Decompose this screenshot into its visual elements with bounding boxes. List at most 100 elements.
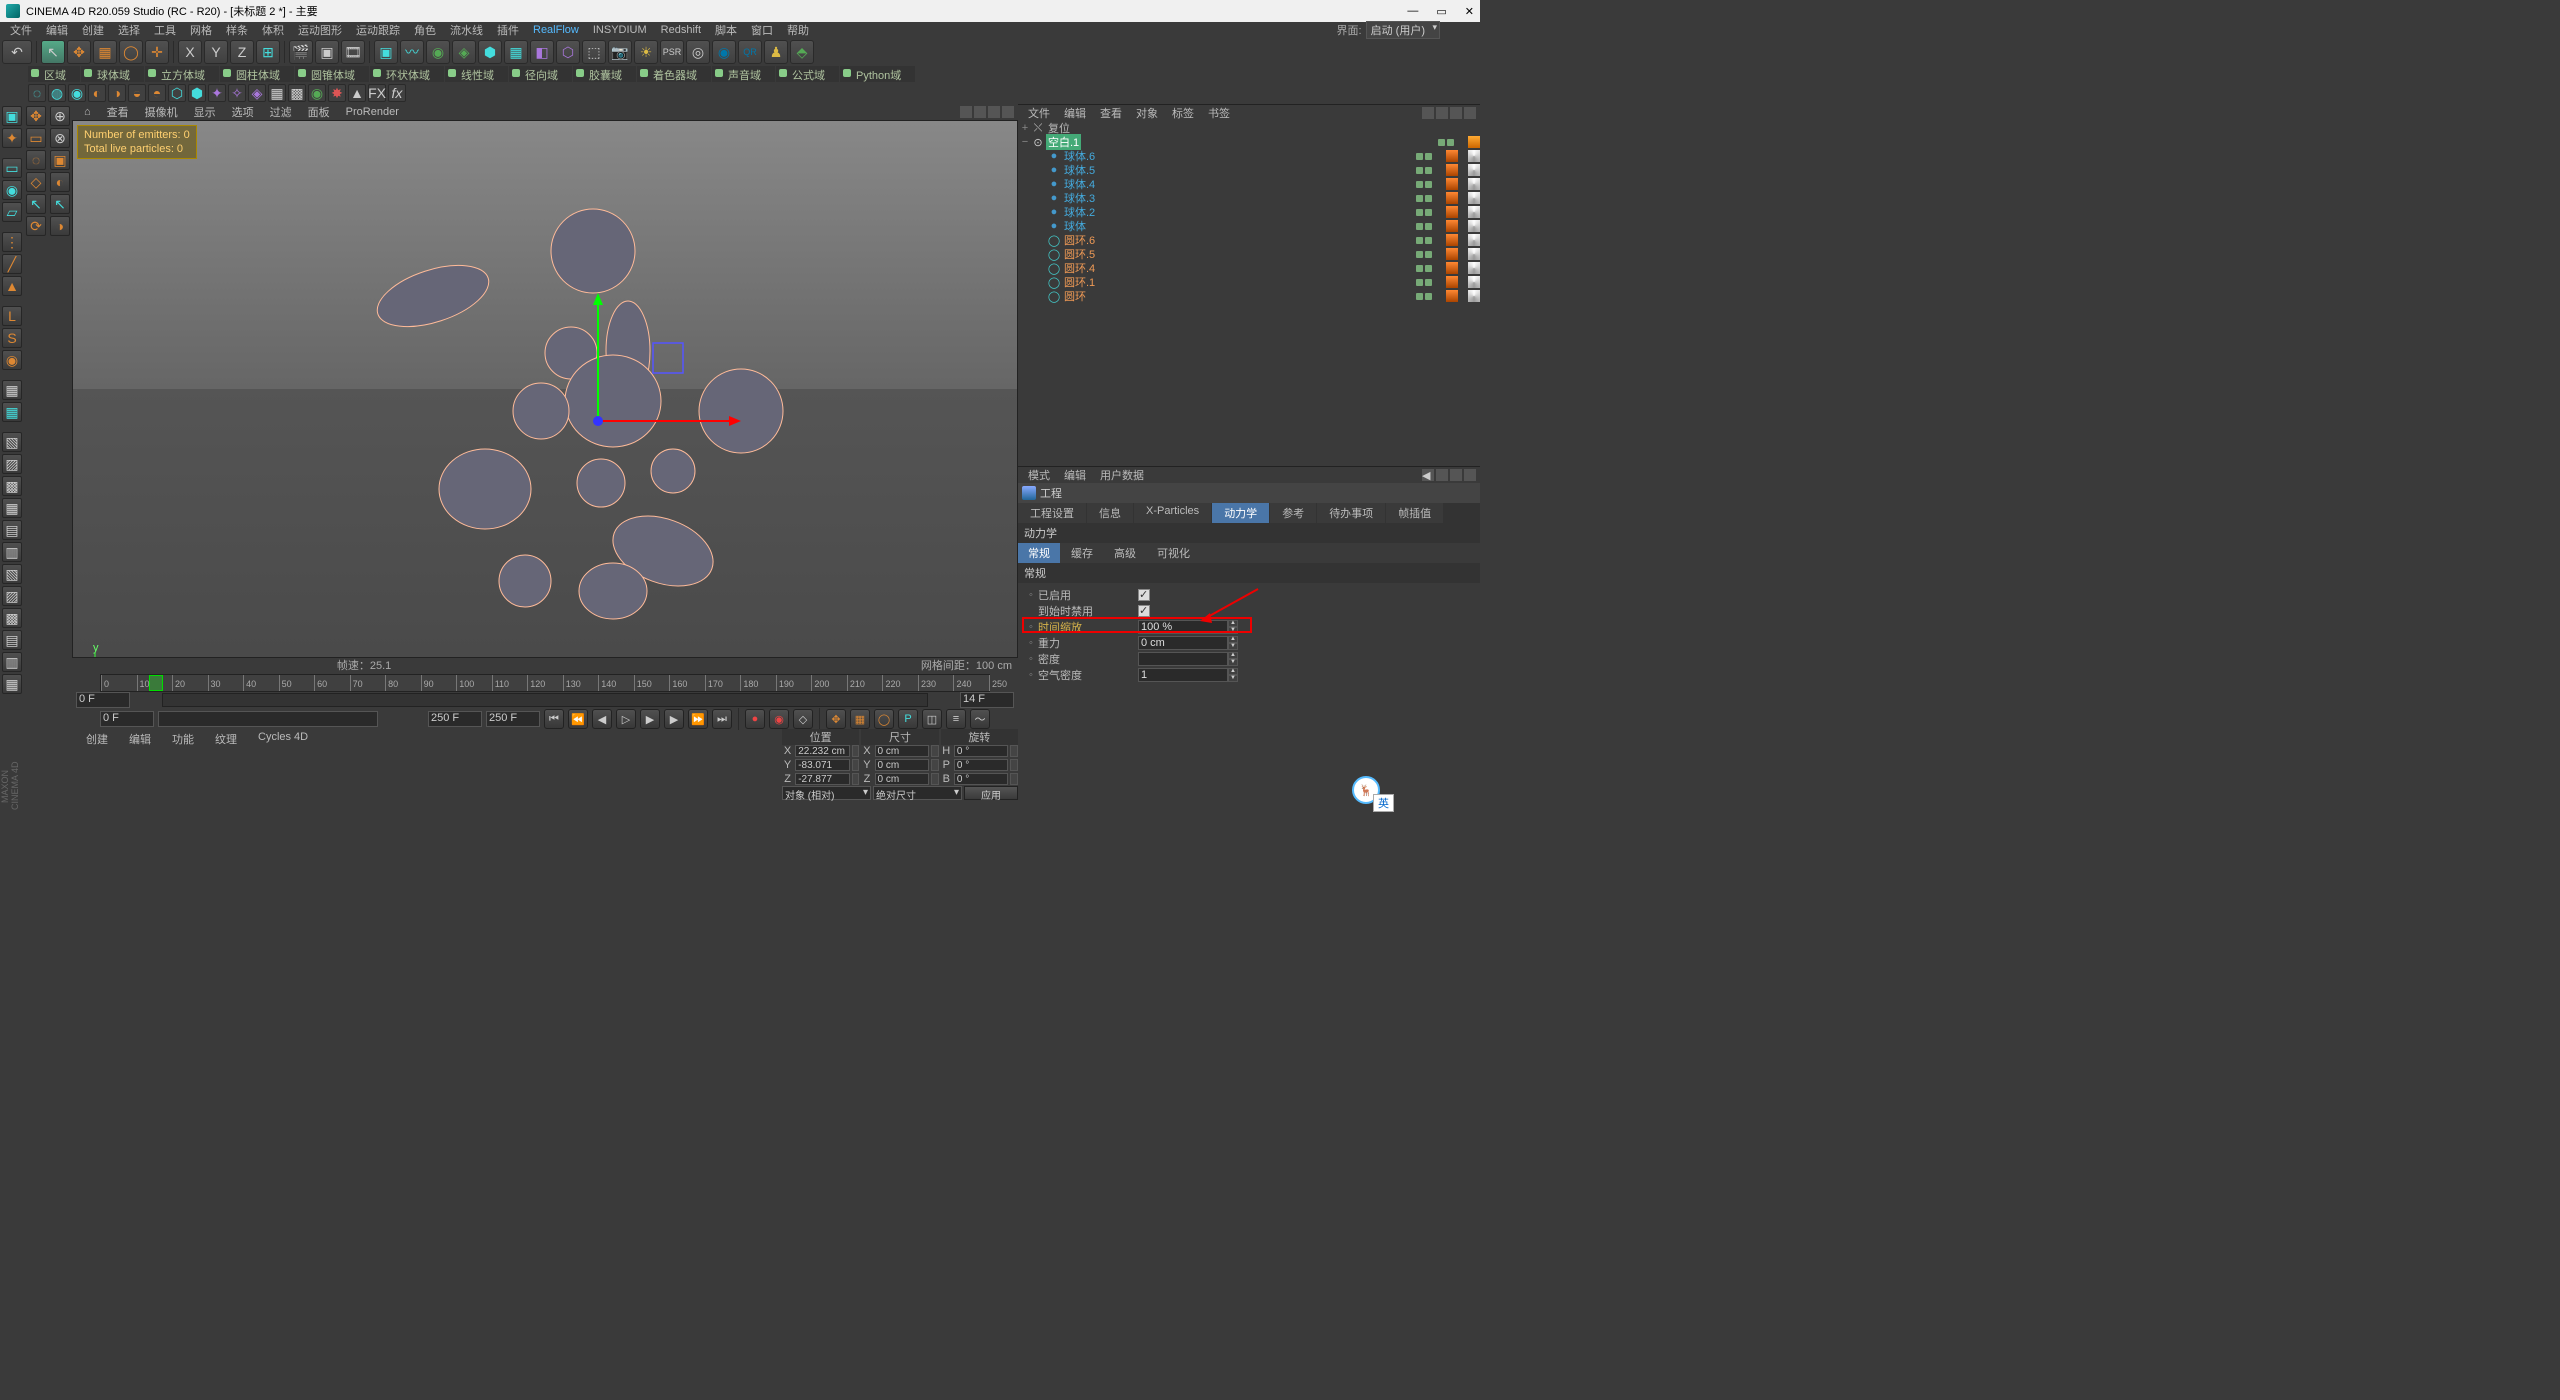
vp-zoom-icon[interactable] (974, 106, 986, 118)
pal-10[interactable]: ▤ (2, 630, 22, 650)
field-sound[interactable]: 声音域 (712, 66, 775, 82)
anim-dot-icon[interactable]: ◦ (1024, 637, 1038, 649)
om-menu-bookmarks[interactable]: 书签 (1202, 105, 1236, 121)
om-flat-icon[interactable] (1464, 107, 1476, 119)
poly-select-button[interactable]: ◇ (26, 172, 46, 192)
render-settings-button[interactable]: 🎞 (341, 40, 365, 64)
attr-tab-interp[interactable]: 帧插值 (1386, 503, 1443, 523)
pal-9[interactable]: ▩ (2, 608, 22, 628)
undo-button[interactable]: ↶ (2, 40, 32, 64)
deformer-9[interactable]: ⬢ (188, 84, 206, 102)
om-menu-edit[interactable]: 编辑 (1058, 105, 1092, 121)
field-formula[interactable]: 公式域 (776, 66, 839, 82)
field-group[interactable]: 区域 (28, 66, 80, 82)
pal-8[interactable]: ▨ (2, 586, 22, 606)
dynamics-tag-icon[interactable] (1468, 248, 1480, 260)
add-deformer-button[interactable]: ◧ (530, 40, 554, 64)
om-search-icon[interactable] (1422, 107, 1434, 119)
menu-mograph[interactable]: 运动图形 (292, 21, 348, 39)
deformer-1[interactable]: ◌ (28, 84, 46, 102)
add-array-button[interactable]: ▦ (504, 40, 528, 64)
hierarchy-tree[interactable]: + ⤬ 复位 − ⊙ 空白.1 ● 球体.6 ● 球体.5 ● 球体.4 (1018, 121, 1480, 466)
spinner[interactable] (931, 759, 939, 771)
menu-plugins[interactable]: 插件 (491, 21, 525, 39)
rot-field[interactable]: 0 ° (954, 745, 1009, 757)
phong-tag-icon[interactable] (1446, 276, 1458, 288)
enabled-checkbox[interactable] (1138, 589, 1150, 601)
record-button[interactable]: ● (745, 709, 765, 729)
add-generator2-button[interactable]: ◈ (452, 40, 476, 64)
last-tool[interactable]: ✛ (145, 40, 169, 64)
rot-field[interactable]: 0 ° (954, 773, 1009, 785)
phong-tag-icon[interactable] (1446, 234, 1458, 246)
attr-subtab-general[interactable]: 常规 (1018, 543, 1060, 563)
attr-tab-xparticles[interactable]: X-Particles (1134, 503, 1211, 523)
layout-combo[interactable]: 启动 (用户) (1366, 21, 1440, 39)
make-editable-button[interactable]: ✦ (2, 128, 22, 148)
tweak-2[interactable]: ⊗ (50, 128, 70, 148)
texture-mode-button[interactable]: ◉ (2, 180, 22, 200)
field-linear[interactable]: 线性域 (445, 66, 508, 82)
pos-field[interactable]: -83.071 cm (795, 759, 850, 771)
timeline-scrollbar[interactable] (162, 693, 928, 707)
vp-menu-options[interactable]: 选项 (224, 104, 262, 120)
spinner[interactable] (852, 773, 860, 785)
pal-4[interactable]: ▦ (2, 498, 22, 518)
tweak-1[interactable]: ⊕ (50, 106, 70, 126)
hier-item[interactable]: ◯ 圆环.6 (1018, 233, 1480, 247)
deformer-8[interactable]: ⬡ (168, 84, 186, 102)
spinner[interactable] (1010, 759, 1018, 771)
hier-item[interactable]: ● 球体.2 (1018, 205, 1480, 219)
gravity-field[interactable]: 0 cm (1138, 636, 1228, 650)
field-radial[interactable]: 径向域 (509, 66, 572, 82)
field-shader[interactable]: 着色器域 (637, 66, 711, 82)
anim-dot-icon[interactable]: ◦ (1024, 669, 1038, 681)
dynamics-tag-icon[interactable] (1468, 276, 1480, 288)
attr-lock-icon[interactable] (1450, 469, 1462, 481)
attr-menu-edit[interactable]: 编辑 (1058, 467, 1092, 483)
play-forward-button[interactable]: ▶ (640, 709, 660, 729)
vp-pan-icon[interactable] (960, 106, 972, 118)
vp-orbit-icon[interactable] (988, 106, 1000, 118)
close-icon[interactable]: ✕ (1465, 5, 1474, 18)
coord-mode1[interactable]: 对象 (相对) (782, 786, 871, 800)
goto-end-button[interactable]: ⏭ (712, 709, 732, 729)
field-cylinder[interactable]: 圆柱体域 (220, 66, 294, 82)
hier-null[interactable]: − ⊙ 空白.1 (1018, 135, 1480, 149)
key-pla-button[interactable]: ◫ (922, 709, 942, 729)
hier-item[interactable]: ● 球体 (1018, 219, 1480, 233)
deformer-5[interactable]: ◑ (108, 84, 126, 102)
c4d-logo-button[interactable]: ◉ (712, 40, 736, 64)
timeline-ruler[interactable]: 0102030405060708090100110120130140150160… (100, 674, 990, 692)
spinner[interactable] (1010, 745, 1018, 757)
disable-on-start-checkbox[interactable] (1138, 605, 1150, 617)
minimize-icon[interactable]: — (1407, 5, 1418, 18)
phong-tag-icon[interactable] (1446, 150, 1458, 162)
field-capsule[interactable]: 胶囊域 (573, 66, 636, 82)
timeline-end-field[interactable]: 250 F (428, 711, 482, 727)
timeline-start-field[interactable]: 0 F (76, 692, 130, 708)
menu-character[interactable]: 角色 (408, 21, 442, 39)
timescale-field[interactable]: 100 % (1138, 620, 1228, 634)
step-back-button[interactable]: ⏪ (568, 709, 588, 729)
expand-icon[interactable]: + (1020, 122, 1030, 134)
add-subdiv-button[interactable]: ⬢ (478, 40, 502, 64)
om-filter-icon[interactable] (1436, 107, 1448, 119)
anim-dot-icon[interactable]: ◦ (1024, 589, 1038, 601)
field-python[interactable]: Python域 (840, 66, 915, 82)
menu-insydium[interactable]: INSYDIUM (587, 23, 653, 37)
menu-realflow[interactable]: RealFlow (527, 23, 585, 37)
add-cube-button[interactable]: ▣ (374, 40, 398, 64)
viewport-3d[interactable]: Number of emitters: 0 Total live particl… (72, 120, 1018, 658)
pal-1[interactable]: ▧ (2, 432, 22, 452)
hier-item[interactable]: ◯ 圆环.1 (1018, 275, 1480, 289)
dynamics-tag-icon[interactable] (1468, 178, 1480, 190)
key-rot-button[interactable]: ◯ (874, 709, 894, 729)
deformer-10[interactable]: ✦ (208, 84, 226, 102)
om-menu-object[interactable]: 对象 (1130, 105, 1164, 121)
pal-3[interactable]: ▩ (2, 476, 22, 496)
obj-name[interactable]: 圆环 (1062, 288, 1088, 304)
scale-tool[interactable]: ▦ (93, 40, 117, 64)
points-mode-button[interactable]: ⋮ (2, 232, 22, 252)
rot-field[interactable]: 0 ° (954, 759, 1009, 771)
